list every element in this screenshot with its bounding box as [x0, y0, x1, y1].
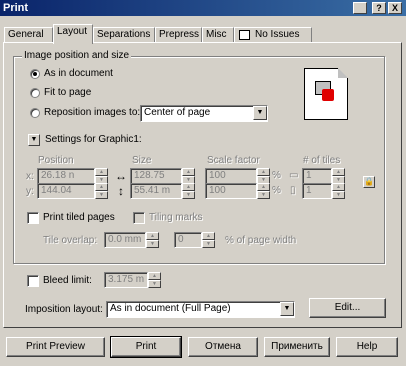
tiles-y-field[interactable]: 1	[302, 183, 332, 199]
document-icon	[239, 30, 250, 40]
position-x-field[interactable]: 26.18 n	[37, 168, 95, 184]
reposition-select[interactable]: Center of page	[140, 105, 268, 122]
size-column-label: Size	[132, 155, 152, 166]
edit-button[interactable]: Edit...	[309, 298, 386, 318]
close-button[interactable]: X	[388, 2, 402, 14]
settings-collapse-button[interactable]: ▼	[28, 134, 40, 146]
page-preview	[304, 68, 348, 120]
print-preview-button[interactable]: Print Preview	[6, 337, 105, 357]
tab-general[interactable]: General	[4, 27, 53, 43]
imposition-layout-select[interactable]: As in document (Full Page)	[106, 301, 295, 318]
help-button[interactable]: Help	[336, 337, 398, 357]
chevron-down-icon[interactable]: ▼	[253, 106, 267, 120]
fit-to-page-label[interactable]: Fit to page	[44, 87, 91, 99]
tab-no-issues[interactable]: No Issues	[234, 27, 312, 43]
print-tiled-label[interactable]: Print tiled pages	[43, 212, 115, 224]
tiles-x-field[interactable]: 1	[302, 168, 332, 184]
chevron-down-icon[interactable]: ▼	[280, 302, 294, 316]
scale-y-percent: %	[272, 185, 281, 196]
lock-icon[interactable]: 🔒	[363, 176, 375, 188]
tiles-y-spinner[interactable]: ▲ ▼	[332, 183, 345, 199]
x-label: x:	[26, 171, 34, 182]
scale-x-field[interactable]: 100	[205, 168, 257, 184]
tab-misc[interactable]: Misc	[202, 27, 234, 43]
fit-to-page-radio[interactable]	[30, 88, 40, 98]
tile-overlap-pct-field[interactable]: 0	[174, 232, 202, 248]
position-column-label: Position	[38, 155, 74, 166]
title-bar: Print	[0, 0, 406, 16]
as-in-document-label[interactable]: As in document	[44, 68, 113, 80]
tiles-x-spinner[interactable]: ▲ ▼	[332, 168, 345, 184]
tiling-marks-checkbox[interactable]	[133, 212, 145, 224]
tiles-column-label: # of tiles	[303, 155, 341, 166]
lock-icon	[322, 89, 334, 101]
tiles-horizontal-icon: ▭	[289, 170, 299, 181]
size-height-spinner[interactable]: ▲ ▼	[182, 183, 195, 199]
tab-prepress[interactable]: Prepress	[155, 27, 202, 43]
tab-no-issues-label: No Issues	[255, 29, 300, 40]
scale-x-percent: %	[272, 170, 281, 181]
position-x-spinner[interactable]: ▲ ▼	[95, 168, 108, 184]
cancel-button[interactable]: Отмена	[188, 337, 258, 357]
settings-label: Settings for Graphic1:	[45, 134, 142, 145]
position-y-spinner[interactable]: ▲ ▼	[95, 183, 108, 199]
scale-y-spinner[interactable]: ▲ ▼	[257, 183, 270, 199]
pct-of-page-label: % of page width	[225, 235, 297, 246]
width-arrows-icon: ↔	[115, 169, 127, 183]
imposition-layout-label: Imposition layout:	[25, 304, 103, 315]
as-in-document-radio[interactable]	[30, 69, 40, 79]
size-height-field[interactable]: 55.41 m	[130, 183, 182, 199]
print-tiled-checkbox[interactable]	[27, 212, 39, 224]
tab-separations[interactable]: Separations	[93, 27, 155, 43]
print-button[interactable]: Print	[110, 336, 182, 358]
tile-overlap-field[interactable]: 0.0 mm	[104, 232, 146, 248]
window-title: Print	[3, 2, 29, 14]
apply-button[interactable]: Применить	[264, 337, 330, 357]
image-position-group-title: Image position and size	[22, 50, 132, 62]
system-menu-icon[interactable]	[353, 2, 367, 14]
scale-column-label: Scale factor	[207, 155, 260, 166]
tile-overlap-pct-spinner[interactable]: ▲ ▼	[202, 232, 215, 248]
reposition-label[interactable]: Reposition images to:	[44, 107, 140, 119]
bleed-limit-checkbox[interactable]	[27, 275, 39, 287]
tile-overlap-label: Tile overlap:	[43, 235, 98, 246]
y-label: y:	[26, 186, 34, 197]
help-title-button[interactable]: ?	[372, 2, 386, 14]
bleed-limit-label[interactable]: Bleed limit:	[43, 275, 92, 287]
tile-overlap-spinner[interactable]: ▲ ▼	[146, 232, 159, 248]
size-width-field[interactable]: 128.75	[130, 168, 182, 184]
size-width-spinner[interactable]: ▲ ▼	[182, 168, 195, 184]
bleed-limit-spinner[interactable]: ▲ ▼	[148, 272, 161, 288]
tiles-vertical-icon: ▯	[290, 185, 296, 196]
scale-y-field[interactable]: 100	[205, 183, 257, 199]
bleed-limit-field[interactable]: 3.175 m	[104, 272, 148, 288]
tiling-marks-label[interactable]: Tiling marks	[149, 212, 203, 224]
height-arrows-icon: ↕	[118, 184, 124, 198]
reposition-radio[interactable]	[30, 108, 40, 118]
position-y-field[interactable]: 144.04	[37, 183, 95, 199]
scale-x-spinner[interactable]: ▲ ▼	[257, 168, 270, 184]
tab-layout[interactable]: Layout	[53, 24, 93, 44]
